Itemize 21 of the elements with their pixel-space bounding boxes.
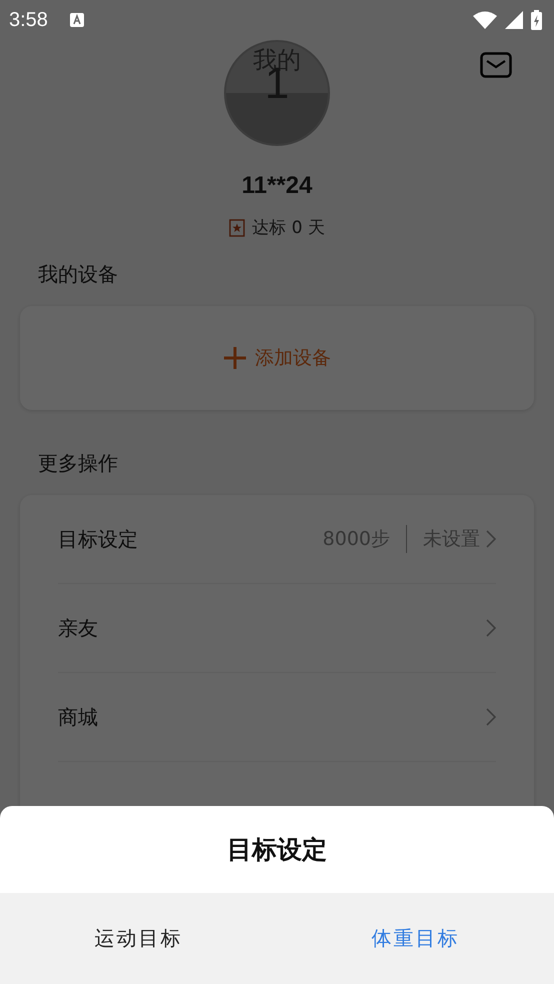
wifi-icon [473,11,497,29]
menu-row[interactable]: 商城 [58,673,496,762]
sheet-title: 目标设定 [226,834,328,866]
user-name: 11**24 [242,172,312,200]
battery-icon [531,10,542,30]
chevron-right-icon [486,619,496,637]
goal-days-text: 达标 0 天 [252,217,325,239]
keyboard-icon [70,13,84,27]
status-time: 3:58 [9,8,48,32]
section-title: 更多操作 [38,450,118,477]
section-title: 我的设备 [38,261,118,288]
mail-icon[interactable] [480,52,512,78]
star-badge-icon [229,218,246,236]
sheet-option[interactable]: 体重目标 [277,893,554,984]
add-device-button[interactable]: 添加设备 [20,306,534,410]
chevron-right-icon [486,530,496,548]
plus-icon [223,346,247,370]
signal-icon [505,11,523,29]
chevron-right-icon [486,708,496,726]
menu-row[interactable]: 亲友 [58,584,496,673]
sheet-option[interactable]: 运动目标 [0,893,277,984]
